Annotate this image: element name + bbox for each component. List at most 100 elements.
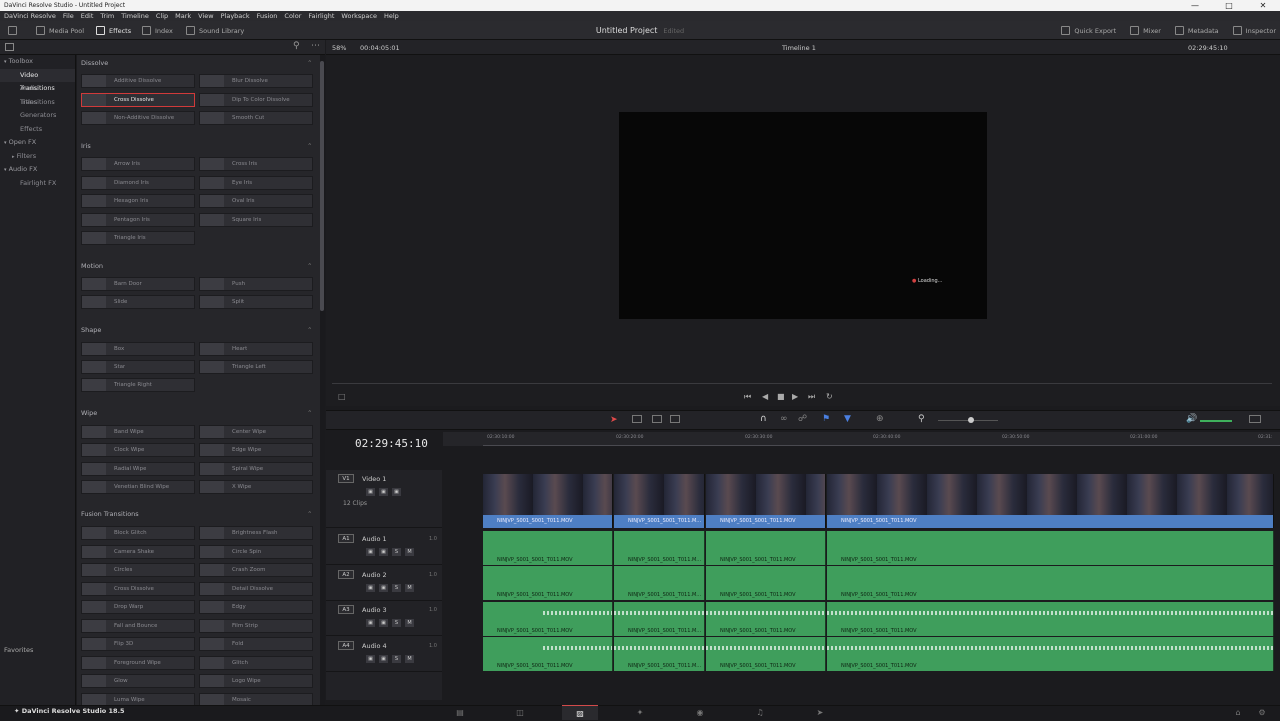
timeline-view-options-icon[interactable] <box>1249 415 1261 423</box>
menu-trim[interactable]: Trim <box>100 12 114 20</box>
effect-triangle-left[interactable]: Triangle Left <box>199 360 313 374</box>
effect-brightness-flash[interactable]: Brightness Flash <box>199 526 313 540</box>
flag-icon[interactable]: ⚑ <box>822 414 830 424</box>
effect-additive-dissolve[interactable]: Additive Dissolve <box>81 74 195 88</box>
effect-cross-dissolve[interactable]: Cross Dissolve <box>81 93 195 107</box>
menu-clip[interactable]: Clip <box>156 12 168 20</box>
effect-luma-wipe[interactable]: Luma Wipe <box>81 693 195 705</box>
solo-icon[interactable]: S <box>392 584 401 592</box>
track-name[interactable]: Audio 4 <box>362 642 387 650</box>
menu-mark[interactable]: Mark <box>175 12 191 20</box>
panel-toggle-icon[interactable] <box>8 21 17 40</box>
lock-track-icon[interactable]: ▣ <box>366 548 375 556</box>
audio-clip[interactable]: NINJVP_S001_S001_T011.MOV <box>483 602 613 636</box>
menu-fusion[interactable]: Fusion <box>257 12 278 20</box>
trim-tool-icon[interactable] <box>632 415 642 423</box>
solo-icon[interactable]: S <box>392 619 401 627</box>
effect-square-iris[interactable]: Square Iris <box>199 213 313 227</box>
menu-view[interactable]: View <box>198 12 213 20</box>
video-clip[interactable]: NINJVP_S001_S001_T011.MOV <box>483 474 613 528</box>
snapping-icon[interactable]: ∩ <box>760 414 767 424</box>
audio-clip[interactable]: NINJVP_S001_S001_T011.MOV <box>483 531 613 565</box>
sidebar-item-audio-transitions[interactable]: Audio Transitions <box>0 82 75 106</box>
blade-tool-icon[interactable] <box>670 415 680 423</box>
auto-select-icon[interactable]: ▣ <box>379 548 388 556</box>
menu-fairlight[interactable]: Fairlight <box>308 12 334 20</box>
sidebar-item-toolbox[interactable]: ▾ Toolbox <box>0 55 75 69</box>
lock-track-icon[interactable]: ▣ <box>366 488 375 496</box>
audio-clip[interactable]: NINJVP_S001_S001_T011.MOV <box>827 602 1274 636</box>
video-clip[interactable]: NINJVP_S001_S001_T011.MOV <box>706 474 826 528</box>
effect-radial-wipe[interactable]: Radial Wipe <box>81 462 195 476</box>
auto-select-icon[interactable]: ▣ <box>379 619 388 627</box>
selection-tool-icon[interactable]: ➤ <box>610 415 618 425</box>
lock-track-icon[interactable]: ▣ <box>366 584 375 592</box>
effect-logo-wipe[interactable]: Logo Wipe <box>199 674 313 688</box>
solo-icon[interactable]: S <box>392 655 401 663</box>
effect-x-wipe[interactable]: X Wipe <box>199 480 313 494</box>
viewer-options-icon[interactable]: □ <box>338 392 346 401</box>
menu-file[interactable]: File <box>63 12 74 20</box>
menu-help[interactable]: Help <box>384 12 399 20</box>
sidebar-item-generators[interactable]: Generators <box>0 109 75 123</box>
track-name[interactable]: Audio 1 <box>362 535 387 543</box>
effect-eye-iris[interactable]: Eye Iris <box>199 176 313 190</box>
sidebar-toggle-icon[interactable] <box>5 43 14 51</box>
toggle-video-icon[interactable]: ▣ <box>392 488 401 496</box>
auto-select-icon[interactable]: ▣ <box>379 655 388 663</box>
effect-oval-iris[interactable]: Oval Iris <box>199 194 313 208</box>
section-motion[interactable]: Motion ⌃ <box>81 262 312 270</box>
audio-clip[interactable]: NINJVP_S001_S001_T011.MOV <box>827 566 1274 600</box>
sidebar-item-video-transitions[interactable]: Video Transitions <box>0 68 75 92</box>
page-edit-icon[interactable]: ▨ <box>562 705 598 720</box>
viewer-zoom[interactable]: 58% <box>332 44 346 52</box>
effect-cross-iris[interactable]: Cross Iris <box>199 157 313 171</box>
minimize-icon[interactable]: — <box>1178 0 1212 11</box>
zoom-search-icon[interactable]: ⚲ <box>918 414 925 424</box>
loop-icon[interactable]: ↻ <box>826 392 833 401</box>
track-header-a4[interactable]: A4 Audio 4 1.0 ▣ ▣ S M <box>326 637 442 672</box>
zoom-in-icon[interactable]: ⊕ <box>876 414 884 424</box>
effect-box[interactable]: Box <box>81 342 195 356</box>
mixer-button[interactable]: Mixer <box>1130 21 1161 40</box>
effect-push[interactable]: Push <box>199 277 313 291</box>
sound-library-button[interactable]: Sound Library <box>186 21 244 40</box>
video-clip[interactable]: NINJVP_S001_S001_T011.MOV <box>827 474 1274 528</box>
timeline-ruler[interactable]: 02:30:10:00 02:30:20:00 02:30:30:00 02:3… <box>443 432 1280 446</box>
audio-clip[interactable]: NINJVP_S001_S001_T011.MOV <box>706 531 826 565</box>
effect-circles[interactable]: Circles <box>81 563 195 577</box>
volume-icon[interactable]: 🔊 <box>1186 414 1197 424</box>
close-icon[interactable]: ✕ <box>1246 0 1280 11</box>
mute-icon[interactable]: M <box>405 619 414 627</box>
lock-icon[interactable]: ☍ <box>798 414 807 424</box>
audio-clip[interactable]: NINJVP_S001_S001_T011.M... <box>614 566 705 600</box>
more-options-icon[interactable]: ⋯ <box>311 41 320 51</box>
video-preview[interactable] <box>619 112 987 319</box>
index-button[interactable]: Index <box>142 21 173 40</box>
sidebar-item-audio-fx[interactable]: ▾ Audio FX <box>0 163 75 177</box>
metadata-button[interactable]: Metadata <box>1174 21 1219 40</box>
effect-dip-to-color-dissolve[interactable]: Dip To Color Dissolve <box>199 93 313 107</box>
effect-fall-and-bounce[interactable]: Fall and Bounce <box>81 619 195 633</box>
effect-venetian-blind-wipe[interactable]: Venetian Blind Wipe <box>81 480 195 494</box>
track-id[interactable]: V1 <box>338 474 354 483</box>
page-media-icon[interactable]: ▤ <box>442 705 478 720</box>
scrollbar-thumb[interactable] <box>320 61 324 311</box>
menu-workspace[interactable]: Workspace <box>341 12 377 20</box>
effects-scrollbar[interactable] <box>320 55 325 705</box>
section-dissolve[interactable]: Dissolve ⌃ <box>81 59 312 67</box>
effect-fold[interactable]: Fold <box>199 637 313 651</box>
effects-button[interactable]: Effects <box>96 21 131 40</box>
sidebar-item-open-fx[interactable]: ▾ Open FX <box>0 136 75 150</box>
play-icon[interactable]: ▶ <box>792 392 798 401</box>
effect-triangle-right[interactable]: Triangle Right <box>81 378 195 392</box>
section-fusion-transitions[interactable]: Fusion Transitions ⌃ <box>81 510 312 518</box>
sidebar-item-filters[interactable]: ▸ Filters <box>0 150 75 164</box>
audio-clip[interactable]: NINJVP_S001_S001_T011.MOV <box>706 566 826 600</box>
effect-flip-3d[interactable]: Flip 3D <box>81 637 195 651</box>
volume-slider[interactable] <box>1200 420 1232 422</box>
effect-edge-wipe[interactable]: Edge Wipe <box>199 443 313 457</box>
effect-heart[interactable]: Heart <box>199 342 313 356</box>
effect-split[interactable]: Split <box>199 295 313 309</box>
last-frame-icon[interactable]: ⏭ <box>808 392 815 402</box>
